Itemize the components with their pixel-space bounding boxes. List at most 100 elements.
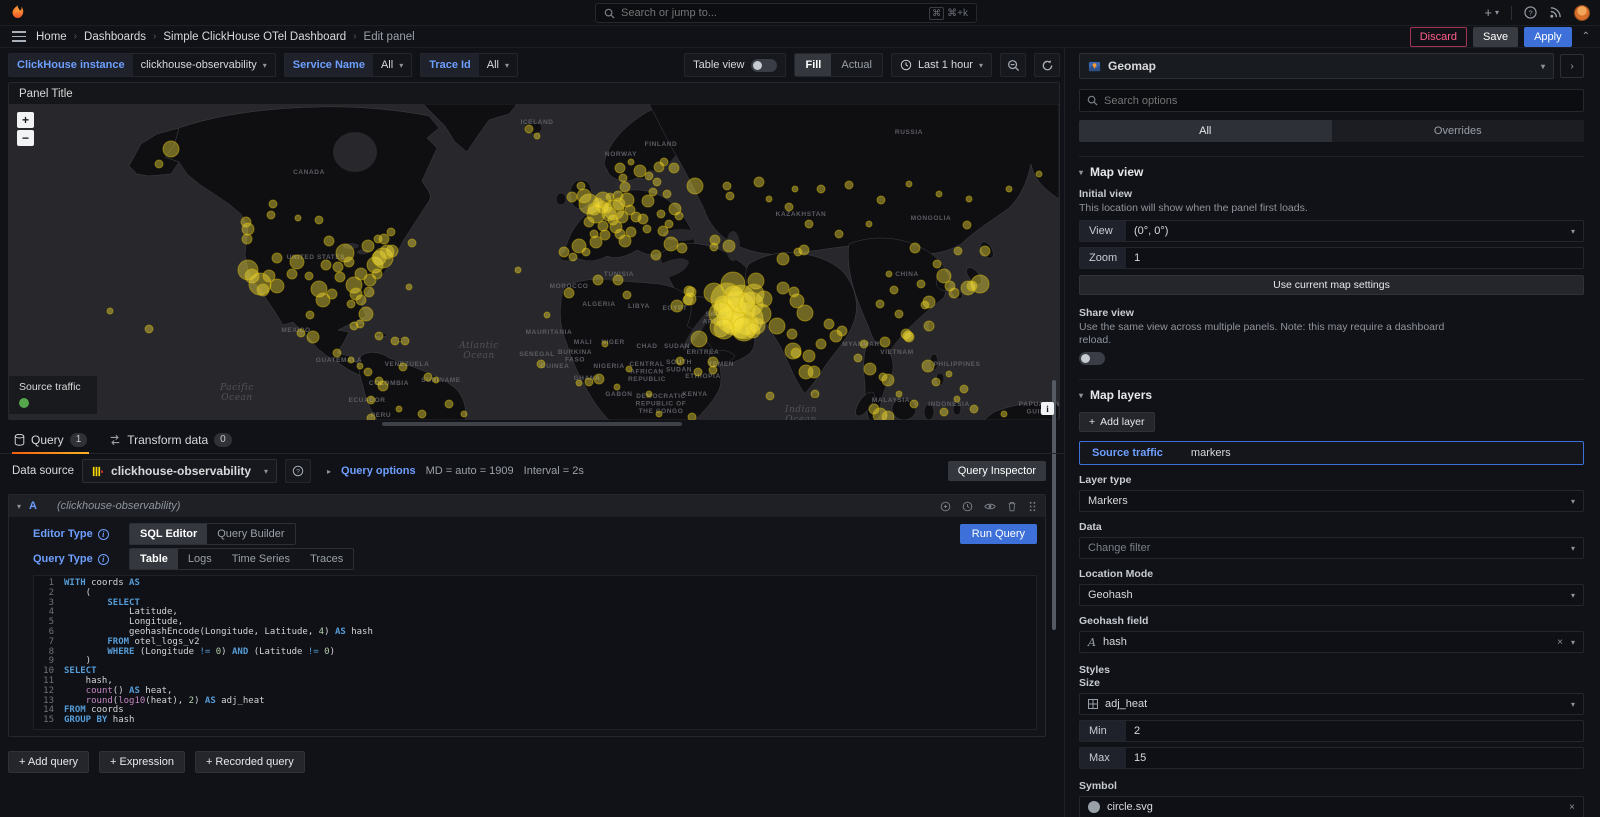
- map-layers-section-header[interactable]: ▾Map layers: [1079, 388, 1584, 402]
- sql-editor[interactable]: 1WITH coords AS2 (3 SELECT4 Latitude,5 L…: [33, 575, 1037, 730]
- use-current-map-settings-button[interactable]: Use current map settings: [1079, 275, 1584, 295]
- save-button[interactable]: Save: [1473, 27, 1518, 47]
- variable-value-dropdown[interactable]: clickhouse-observability▾: [133, 54, 275, 76]
- query-type-label: Query Typei: [33, 553, 119, 565]
- run-query-button[interactable]: Run Query: [960, 524, 1037, 544]
- fill-option[interactable]: Fill: [795, 54, 831, 76]
- query-inspector-button[interactable]: Query Inspector: [948, 461, 1046, 481]
- geomap-canvas[interactable]: + −: [9, 104, 1059, 420]
- map-view-section-header[interactable]: ▾Map view: [1079, 165, 1584, 179]
- zoom-input[interactable]: 1: [1126, 248, 1583, 268]
- global-search[interactable]: ⌘⌘+k: [595, 3, 977, 23]
- svg-text:PacificOcean: PacificOcean: [219, 383, 254, 403]
- refresh-button[interactable]: [1034, 53, 1060, 77]
- query-row-header[interactable]: ▾ A (clickhouse-observability): [9, 495, 1045, 517]
- options-search[interactable]: [1079, 89, 1584, 112]
- min-input[interactable]: 2: [1126, 721, 1583, 741]
- global-search-input[interactable]: [621, 7, 923, 19]
- logs-option[interactable]: Logs: [178, 549, 222, 569]
- sql-editor-option[interactable]: SQL Editor: [130, 524, 207, 544]
- add-menu-button[interactable]: +▾: [1484, 5, 1499, 20]
- svg-text:MAURITANIA: MAURITANIA: [526, 329, 573, 336]
- search-icon: [1087, 95, 1098, 106]
- apply-button[interactable]: Apply: [1524, 27, 1572, 47]
- clear-icon[interactable]: ×: [1557, 637, 1563, 648]
- breadcrumb-dashboard-name[interactable]: Simple ClickHouse OTel Dashboard: [163, 31, 346, 43]
- query-type-segmented: Table Logs Time Series Traces: [129, 548, 354, 570]
- tab-query[interactable]: Query 1: [12, 429, 89, 453]
- datasource-picker[interactable]: clickhouse-observability ▾: [82, 459, 277, 483]
- map-zoom-out-button[interactable]: −: [17, 130, 34, 146]
- size-label: Size: [1079, 677, 1584, 689]
- query-options-link[interactable]: Query options: [341, 465, 416, 477]
- sql-line: 3 SELECT: [34, 599, 1036, 609]
- svg-text:RUSSIA: RUSSIA: [895, 129, 923, 136]
- breadcrumb-edit-panel: Edit panel: [364, 31, 415, 43]
- drag-handle-icon[interactable]: [1028, 501, 1037, 512]
- svg-text:MEXICO: MEXICO: [281, 327, 310, 334]
- max-input[interactable]: 15: [1126, 748, 1583, 768]
- size-field-select[interactable]: adj_heat▾: [1079, 693, 1584, 715]
- actual-option[interactable]: Actual: [831, 54, 882, 76]
- layer-item-source-traffic[interactable]: Source traffic markers: [1079, 441, 1584, 465]
- view-dropdown[interactable]: (0°, 0°)▾: [1126, 221, 1583, 241]
- panel-title[interactable]: Panel Title: [9, 83, 1059, 104]
- breadcrumb-home[interactable]: Home: [36, 31, 67, 43]
- duplicate-icon[interactable]: [940, 501, 951, 512]
- time-range-picker[interactable]: Last 1 hour▾: [891, 53, 992, 77]
- map-zoom-in-button[interactable]: +: [17, 112, 34, 128]
- variable-value-dropdown[interactable]: All▾: [479, 54, 517, 76]
- collapse-options-icon[interactable]: ⌃: [1582, 31, 1590, 42]
- tab-overrides[interactable]: Overrides: [1332, 120, 1585, 142]
- data-select[interactable]: Change filter▾: [1079, 537, 1584, 559]
- user-avatar[interactable]: [1574, 5, 1590, 21]
- table-view-toggle[interactable]: [751, 59, 777, 72]
- chevron-down-icon: ▾: [1571, 227, 1575, 236]
- chevron-down-icon[interactable]: ▾: [17, 502, 21, 511]
- panel-resize-handle[interactable]: [382, 422, 682, 426]
- query-builder-option[interactable]: Query Builder: [207, 524, 294, 544]
- trash-icon[interactable]: [1007, 501, 1017, 512]
- eye-icon[interactable]: [984, 501, 996, 512]
- breadcrumb-dashboards[interactable]: Dashboards: [84, 31, 146, 43]
- menu-icon[interactable]: [12, 31, 26, 42]
- add-expression-button[interactable]: + Expression: [99, 751, 185, 773]
- transform-icon: [109, 434, 121, 446]
- layer-type-select[interactable]: Markers▾: [1079, 490, 1584, 512]
- zoom-out-time-button[interactable]: [1000, 53, 1026, 77]
- max-field: Max 15: [1079, 747, 1584, 769]
- symbol-select[interactable]: circle.svg ×: [1079, 796, 1584, 817]
- discard-button[interactable]: Discard: [1410, 27, 1467, 47]
- geohash-field-select[interactable]: A hash ×▾: [1079, 631, 1584, 653]
- help-icon[interactable]: ?: [1524, 6, 1537, 19]
- svg-text:VIETNAM: VIETNAM: [880, 349, 913, 356]
- svg-text:FINLAND: FINLAND: [645, 141, 678, 148]
- svg-text:MONGOLIA: MONGOLIA: [911, 215, 952, 222]
- time-series-option[interactable]: Time Series: [222, 549, 300, 569]
- numeric-field-icon: [1088, 699, 1098, 709]
- add-recorded-query-button[interactable]: + Recorded query: [195, 751, 305, 773]
- variable-value-dropdown[interactable]: All▾: [373, 54, 411, 76]
- share-view-toggle[interactable]: [1079, 352, 1105, 365]
- datasource-help-button[interactable]: ?: [285, 459, 311, 483]
- chevron-right-icon[interactable]: ▸: [327, 467, 331, 476]
- map-attribution-button[interactable]: i: [1041, 402, 1054, 415]
- visualization-picker[interactable]: Geomap ▾: [1079, 53, 1554, 79]
- news-icon[interactable]: [1549, 6, 1562, 19]
- variable-service-name: Service Name All▾: [284, 53, 412, 77]
- add-layer-button[interactable]: + Add layer: [1079, 412, 1155, 432]
- add-query-button[interactable]: + Add query: [8, 751, 89, 773]
- tab-transform-data[interactable]: Transform data 0: [107, 429, 233, 453]
- variable-trace-id: Trace Id All▾: [420, 53, 518, 77]
- traces-option[interactable]: Traces: [300, 549, 353, 569]
- clear-icon[interactable]: ×: [1569, 802, 1575, 813]
- options-search-input[interactable]: [1104, 95, 1576, 107]
- chevron-down-icon: ▾: [263, 61, 267, 70]
- table-option[interactable]: Table: [130, 549, 178, 569]
- svg-text:PHILIPPINES: PHILIPPINES: [933, 361, 980, 368]
- grafana-logo[interactable]: [10, 4, 27, 21]
- history-icon[interactable]: [962, 501, 973, 512]
- tab-all[interactable]: All: [1079, 120, 1332, 142]
- location-mode-select[interactable]: Geohash▾: [1079, 584, 1584, 606]
- collapse-pane-button[interactable]: ›: [1560, 54, 1584, 78]
